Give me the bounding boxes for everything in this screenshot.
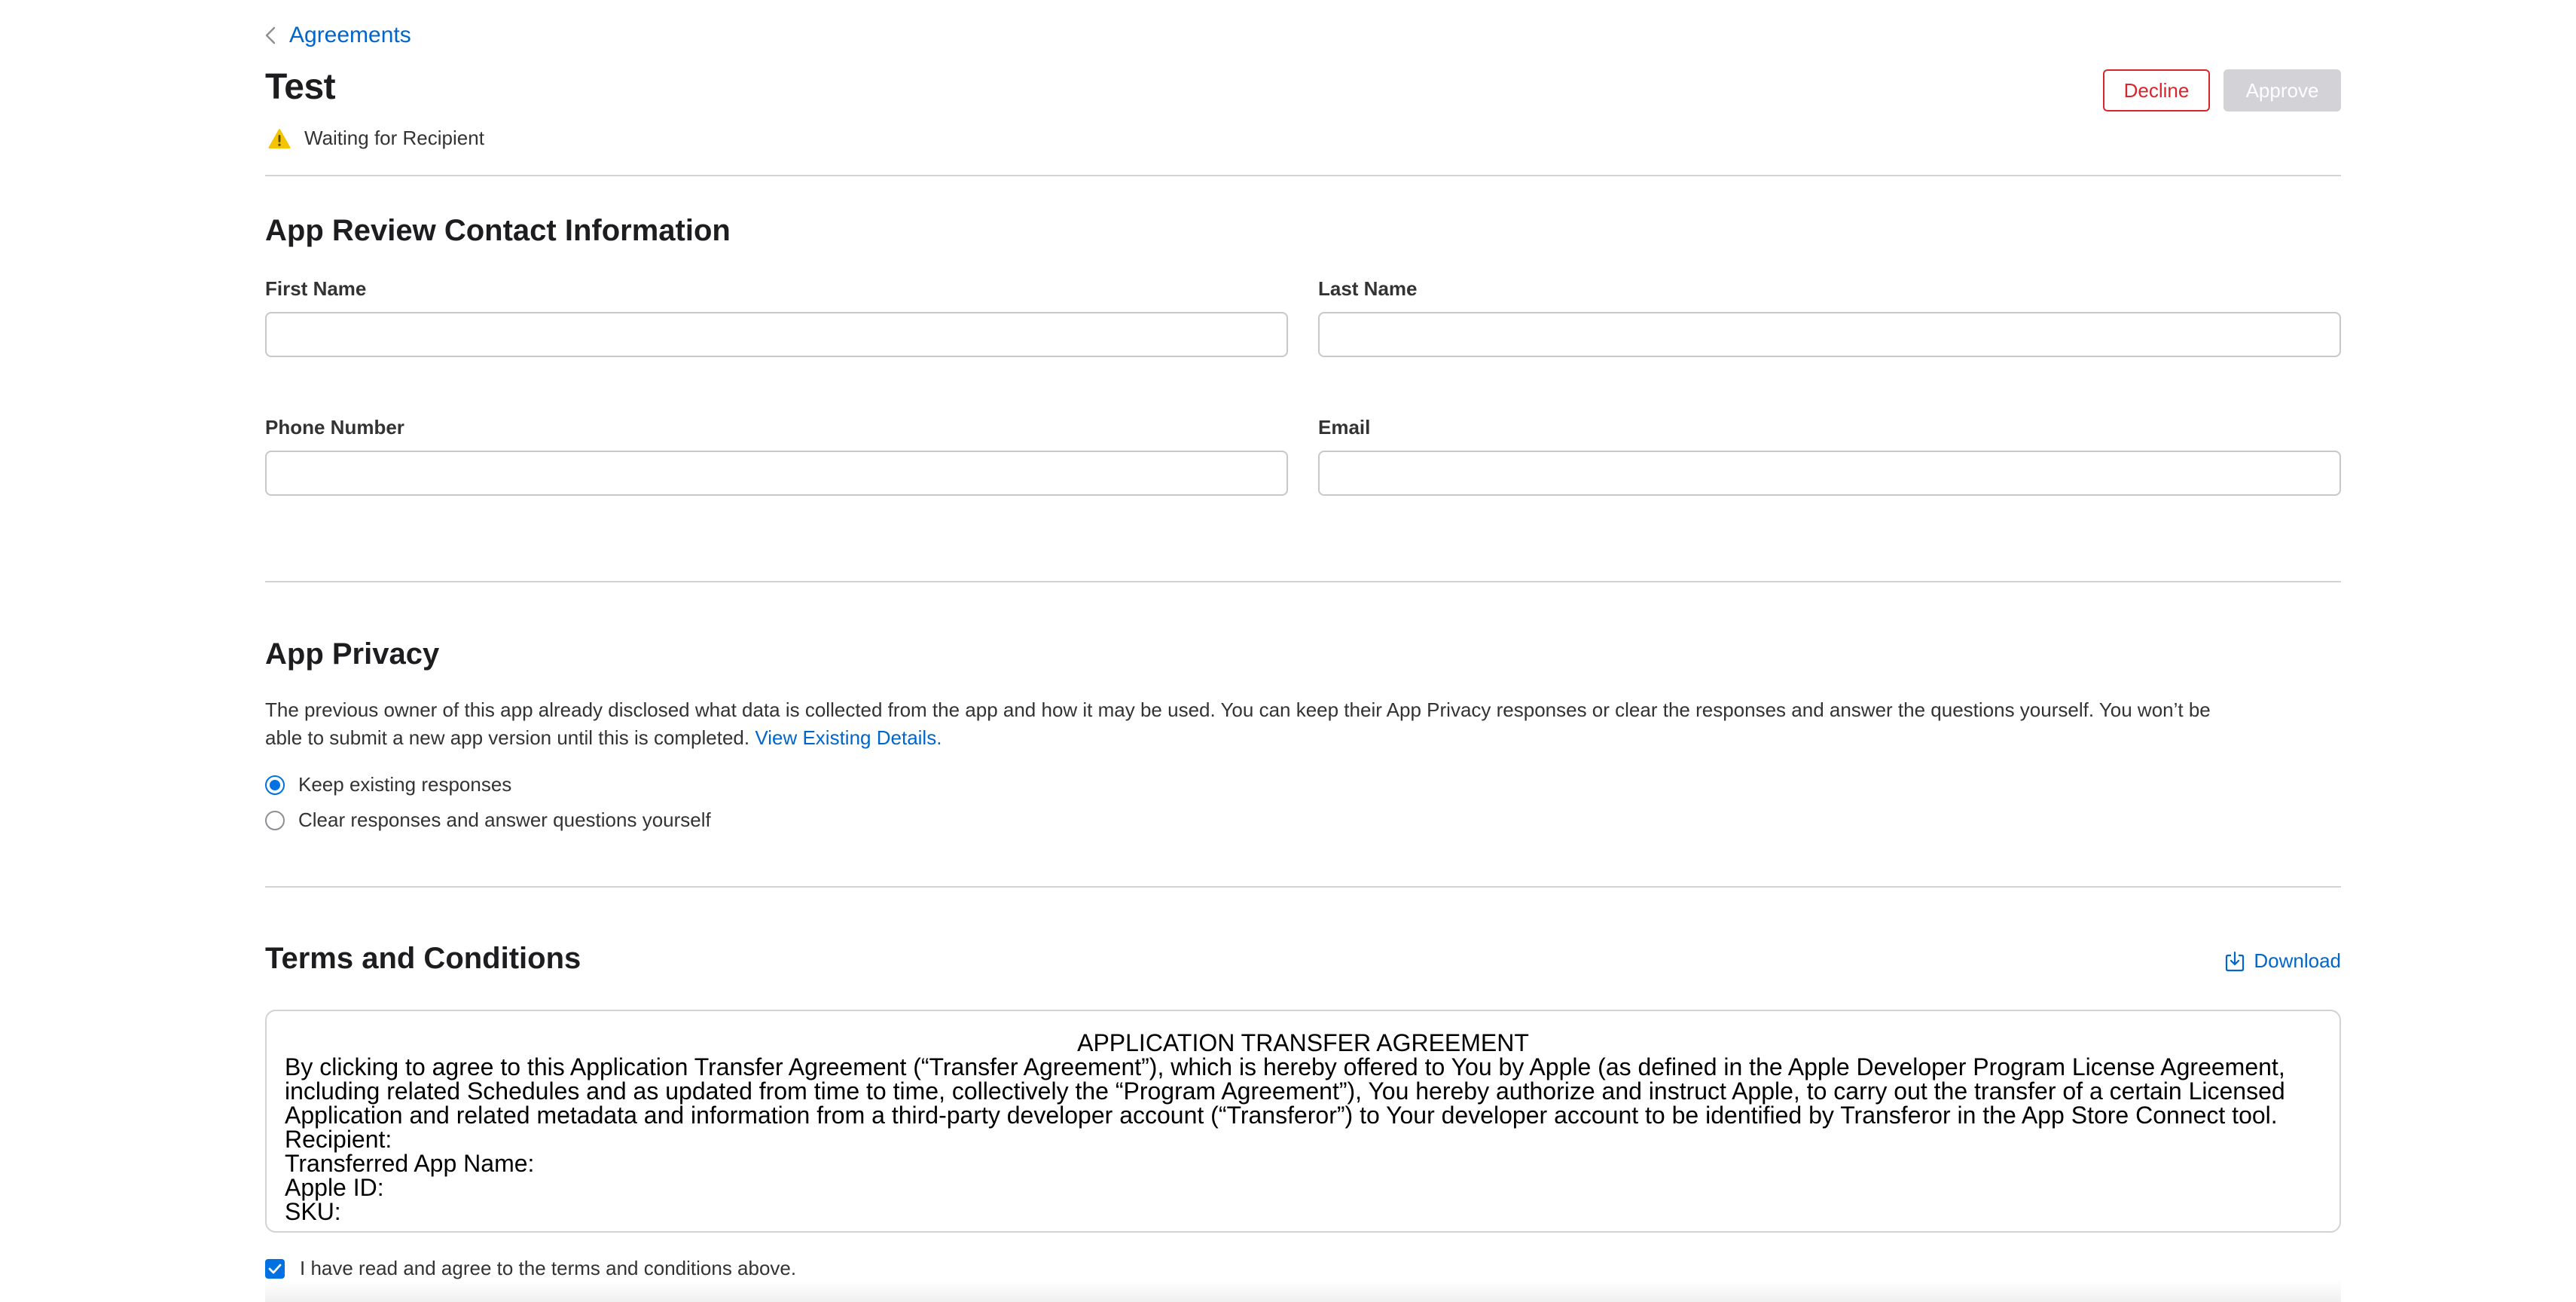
terms-line: Apple ID: [285,1174,384,1201]
agree-checkbox[interactable] [265,1258,285,1279]
approve-button[interactable]: Approve [2223,69,2341,112]
privacy-description-text: able to submit a new app version until t… [265,726,750,749]
agree-terms-option[interactable]: I have read and agree to the terms and c… [265,1257,796,1280]
radio-button-selected[interactable] [265,775,285,795]
footer-shadow [265,1281,2341,1302]
back-to-agreements-link[interactable]: Agreements [265,23,411,48]
decline-button[interactable]: Decline [2103,69,2210,112]
divider [265,581,2341,582]
checkmark-icon [268,1264,282,1273]
status-indicator: Waiting for Recipient [268,127,484,150]
privacy-section-title: App Privacy [265,637,440,671]
email-input[interactable] [1318,451,2341,496]
terms-line: Application and related metadata and inf… [285,1102,2278,1129]
divider [265,175,2341,176]
terms-line: By clicking to agree to this Application… [285,1053,2285,1080]
terms-line: SKU: [285,1198,341,1225]
last-name-label: Last Name [1318,277,1418,300]
page-title: Test [265,67,336,107]
keep-responses-label: Keep existing responses [298,773,512,796]
keep-responses-option[interactable]: Keep existing responses [265,773,511,796]
contact-section-title: App Review Contact Information [265,214,731,247]
terms-line: Transferred App Name: [285,1150,535,1177]
terms-text-box[interactable]: APPLICATION TRANSFER AGREEMENT By clicki… [265,1010,2341,1233]
back-link-label: Agreements [289,23,411,47]
terms-line: Recipient: [285,1126,392,1153]
clear-responses-label: Clear responses and answer questions you… [298,808,711,831]
phone-number-input[interactable] [265,451,1288,496]
clear-responses-option[interactable]: Clear responses and answer questions you… [265,808,711,832]
phone-number-label: Phone Number [265,416,404,439]
terms-line: including related Schedules and as updat… [285,1077,2285,1105]
view-existing-details-link[interactable]: View Existing Details. [755,726,942,749]
divider [265,886,2341,888]
chevron-left-icon [265,26,276,44]
privacy-description-line-2: able to submit a new app version until t… [265,724,2341,752]
page: Agreements Test Waiting for Recipient De… [0,0,2576,1302]
warning-icon [268,128,291,148]
privacy-description: The previous owner of this app already d… [265,696,2341,752]
last-name-input[interactable] [1318,312,2341,357]
privacy-description-line-1: The previous owner of this app already d… [265,698,2211,721]
first-name-input[interactable] [265,312,1288,357]
download-link[interactable]: Download [2225,949,2341,973]
radio-button[interactable] [265,810,285,830]
status-text: Waiting for Recipient [304,127,484,149]
download-label: Download [2254,949,2341,972]
terms-section-title: Terms and Conditions [265,942,581,975]
agreement-title: APPLICATION TRANSFER AGREEMENT [1077,1029,1529,1056]
agree-label: I have read and agree to the terms and c… [300,1257,797,1279]
email-label: Email [1318,416,1371,439]
download-icon [2226,951,2245,971]
first-name-label: First Name [265,277,367,300]
